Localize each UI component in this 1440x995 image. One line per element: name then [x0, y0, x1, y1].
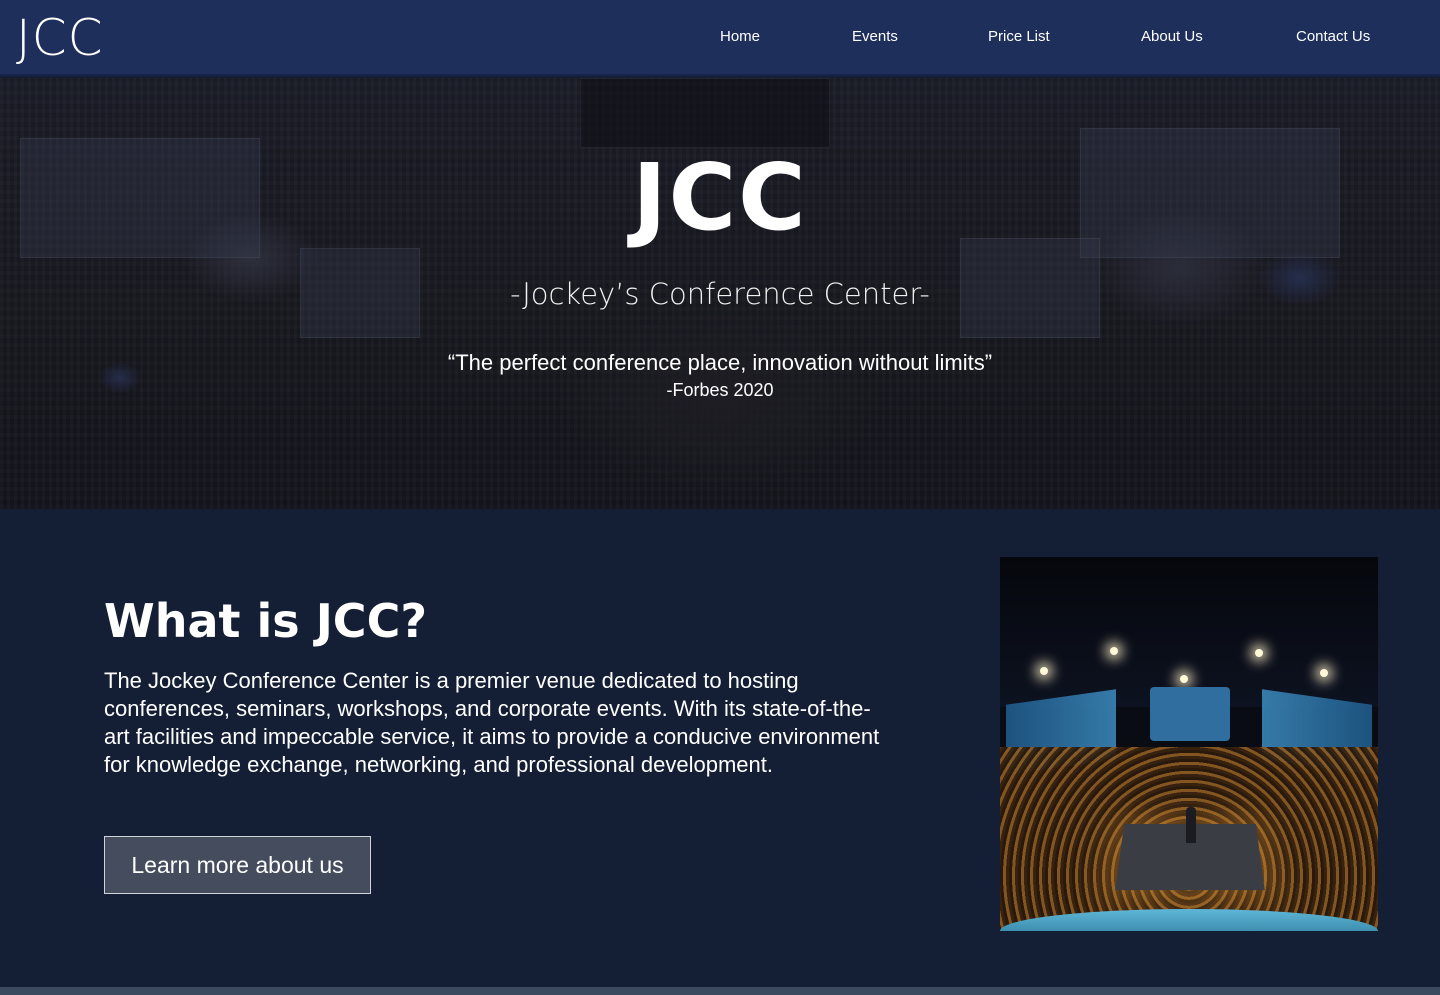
hero-subtitle: -Jockey’s Conference Center-	[510, 277, 930, 311]
main-navigation: Home Events Price List About Us Contact …	[0, 26, 1440, 50]
about-section: What is JCC? The Jockey Conference Cente…	[0, 509, 1440, 987]
hero-section: JCC -Jockey’s Conference Center- “The pe…	[0, 78, 1440, 509]
nav-link-home[interactable]: Home	[720, 26, 760, 48]
learn-more-button[interactable]: Learn more about us	[104, 836, 371, 894]
nav-link-price-list[interactable]: Price List	[988, 26, 1050, 48]
nav-link-events[interactable]: Events	[852, 26, 898, 48]
hero-title: JCC	[632, 144, 808, 251]
hero-quote: “The perfect conference place, innovatio…	[447, 350, 993, 375]
about-description: The Jockey Conference Center is a premie…	[104, 668, 880, 777]
hero-quote-source: -Forbes 2020	[666, 380, 774, 400]
conference-hall-image	[1000, 557, 1378, 931]
footer-divider	[0, 987, 1440, 995]
top-navbar: JCC Home Events Price List About Us Cont…	[0, 0, 1440, 76]
nav-link-about-us[interactable]: About Us	[1141, 26, 1203, 48]
about-heading: What is JCC?	[104, 594, 428, 648]
nav-link-contact-us[interactable]: Contact Us	[1296, 26, 1370, 48]
